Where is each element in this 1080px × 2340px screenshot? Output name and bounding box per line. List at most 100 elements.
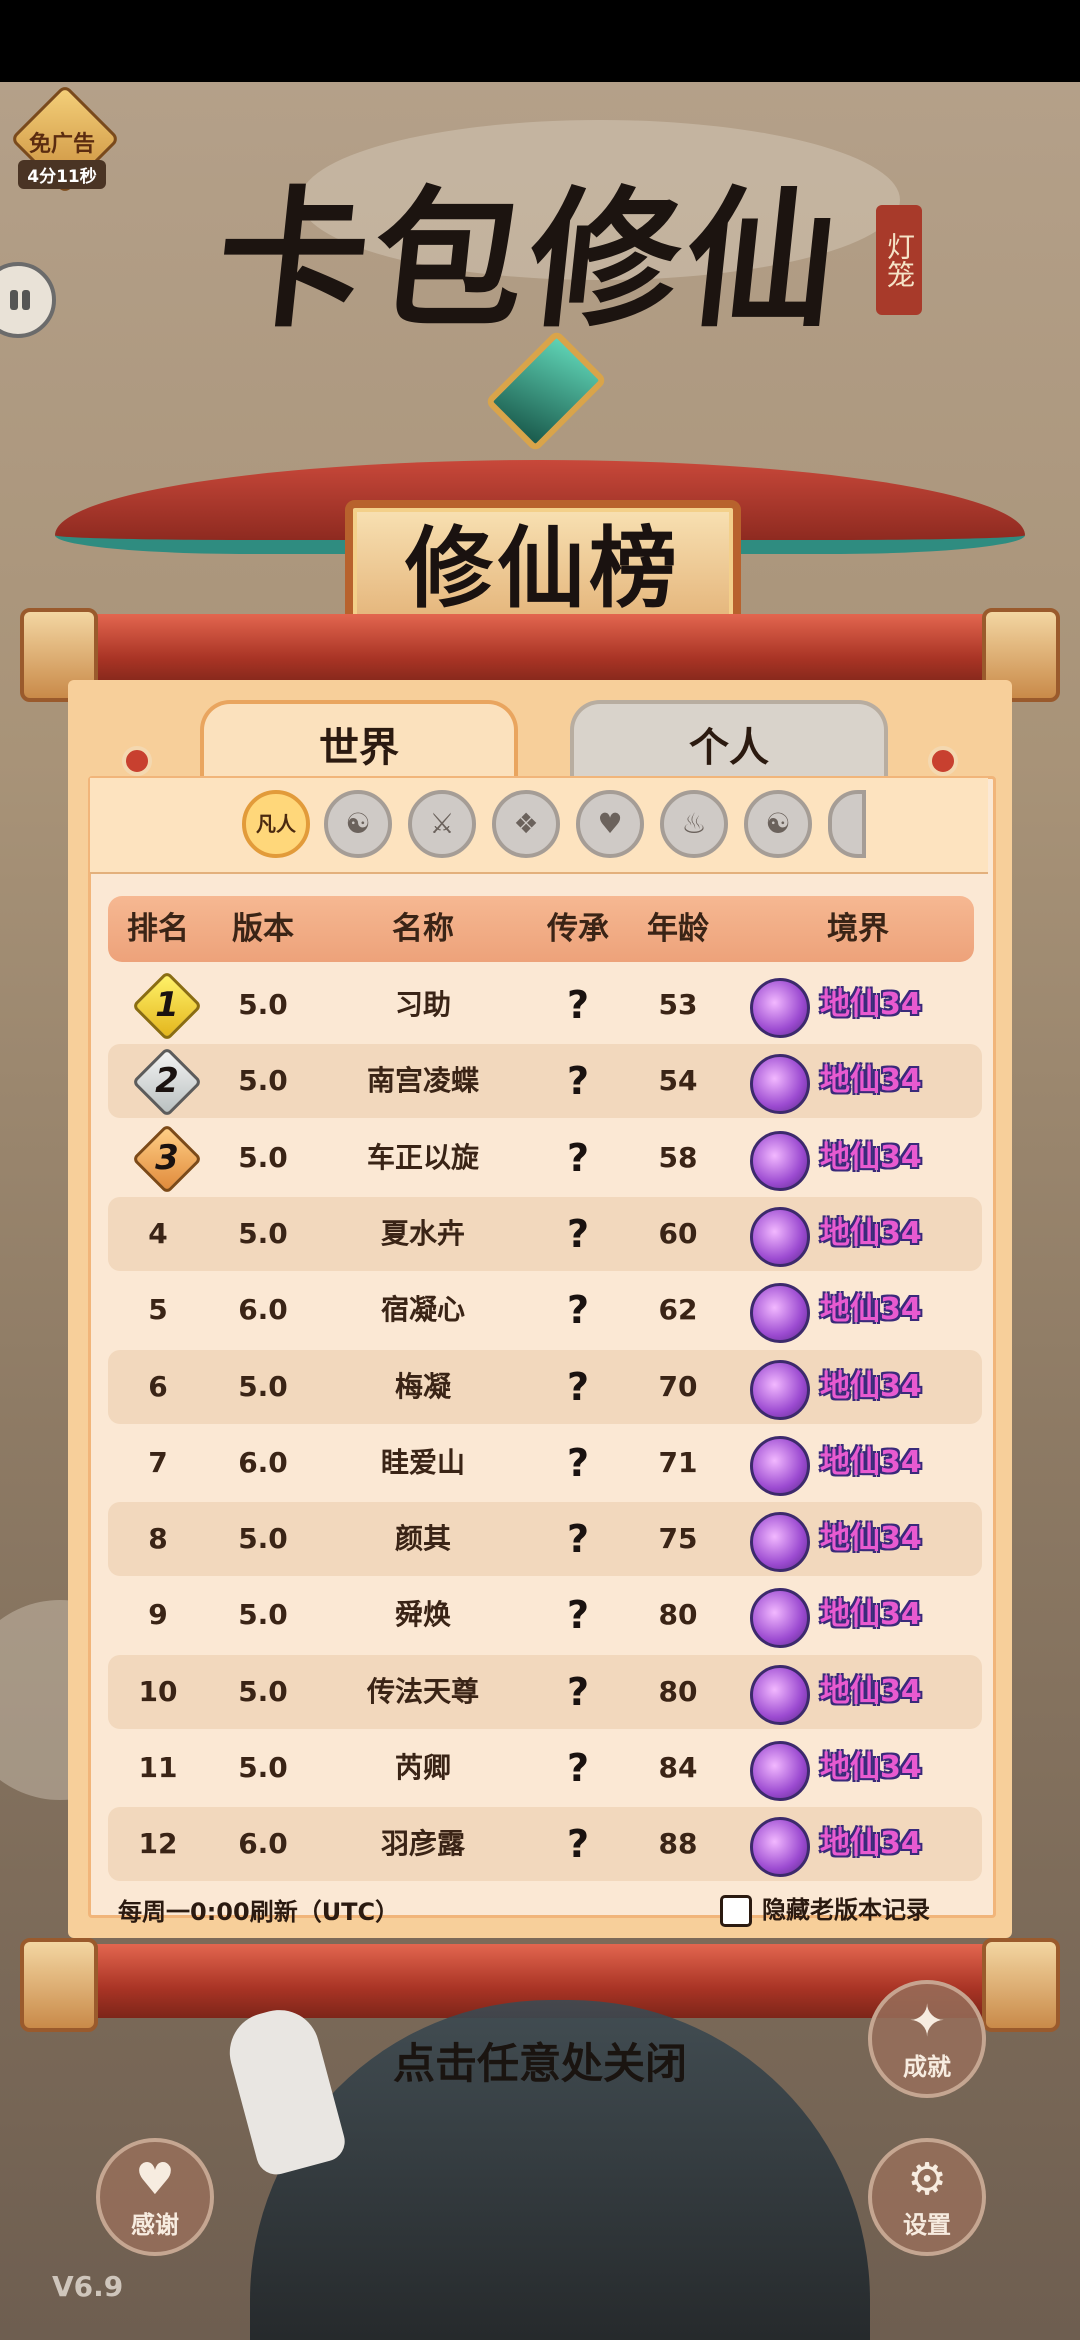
header-name: 名称 — [392, 911, 454, 947]
realm-cell: 地仙34 — [820, 1597, 922, 1632]
realm-badge-icon — [750, 1665, 810, 1725]
age-cell: 53 — [658, 988, 698, 1021]
age-cell: 60 — [658, 1217, 698, 1250]
yin-yang-icon[interactable]: ☯ — [744, 790, 812, 858]
table-row[interactable]: 6 5.0 梅凝 ? 70 地仙34 — [108, 1350, 982, 1424]
pin-icon — [928, 746, 958, 776]
thanks-button[interactable]: ♥ 感谢 — [96, 2138, 214, 2256]
rank-cell: 5 — [148, 1293, 168, 1326]
realm-badge-icon — [750, 1741, 810, 1801]
rank-cell: 3 — [155, 1138, 179, 1178]
version-cell: 5.0 — [238, 1598, 288, 1631]
settings-button[interactable]: ⚙ 设置 — [868, 2138, 986, 2256]
age-cell: 84 — [658, 1751, 698, 1784]
remove-ads-button[interactable]: 免广告 4分11秒 — [9, 83, 121, 195]
settings-label: 设置 — [903, 2211, 951, 2239]
realm-cell: 地仙34 — [820, 1369, 922, 1404]
version-cell: 6.0 — [238, 1827, 288, 1860]
version-cell: 5.0 — [238, 1370, 288, 1403]
rank-cell: 1 — [155, 985, 179, 1025]
table-row[interactable]: 3 5.0 车正以旋 ? 58 地仙34 — [108, 1121, 982, 1195]
version-cell: 5.0 — [238, 988, 288, 1021]
version-cell: 5.0 — [238, 1522, 288, 1555]
table-row[interactable]: 8 5.0 颜其 ? 75 地仙34 — [108, 1502, 982, 1576]
board-title: 修仙榜 — [404, 516, 681, 620]
version-cell: 6.0 — [238, 1446, 288, 1479]
achievement-icon: ✦ — [908, 1996, 946, 2047]
realm-cell: 地仙34 — [820, 1826, 922, 1861]
checkbox-icon[interactable] — [720, 1895, 752, 1927]
header-rank: 排名 — [127, 911, 189, 947]
player-name-cell: 羽彦露 — [380, 1827, 465, 1860]
table-row[interactable]: 11 5.0 芮卿 ? 84 地仙34 — [108, 1731, 982, 1805]
realm-filter-mortal[interactable]: 凡人 — [242, 790, 310, 858]
table-header: 排名 版本 名称 传承 年龄 境界 — [108, 896, 974, 962]
realm-badge-icon — [750, 1588, 810, 1648]
pin-icon — [122, 746, 152, 776]
scroll-top-rod — [20, 608, 1060, 702]
realm-badge-icon — [750, 978, 810, 1038]
rank-cell: 7 — [148, 1446, 168, 1479]
yin-yang-icon[interactable]: ☯ — [324, 790, 392, 858]
version-cell: 6.0 — [238, 1293, 288, 1326]
realm-badge-icon — [750, 1817, 810, 1877]
achievements-button[interactable]: ✦ 成就 — [868, 1980, 986, 2098]
realm-badge-icon — [750, 1360, 810, 1420]
version-cell: 5.0 — [238, 1064, 288, 1097]
rank-cell: 10 — [138, 1675, 178, 1708]
player-name-cell: 宿凝心 — [380, 1293, 465, 1326]
table-row[interactable]: 1 5.0 习助 ? 53 地仙34 — [108, 968, 982, 1042]
gear-icon: ⚙ — [907, 2154, 947, 2205]
age-cell: 58 — [658, 1141, 698, 1174]
realm-cell: 地仙34 — [820, 1216, 922, 1251]
table-row[interactable]: 12 6.0 羽彦露 ? 88 地仙34 — [108, 1807, 982, 1881]
ad-timer: 4分11秒 — [18, 160, 106, 189]
person-heart-icon: ♥ — [135, 2154, 175, 2205]
realm-cell: 地仙34 — [820, 1445, 922, 1480]
realm-cell: 地仙34 — [820, 987, 922, 1022]
version-cell: 5.0 — [238, 1217, 288, 1250]
achievements-label: 成就 — [903, 2053, 951, 2081]
player-name-cell: 芮卿 — [394, 1751, 451, 1784]
age-cell: 80 — [658, 1675, 698, 1708]
table-row[interactable]: 9 5.0 舜焕 ? 80 地仙34 — [108, 1578, 982, 1652]
realm-cell: 地仙34 — [820, 1521, 922, 1556]
heart-icon[interactable]: ♥ — [576, 790, 644, 858]
hide-old-version-toggle[interactable]: 隐藏老版本记录 — [720, 1890, 930, 1927]
player-name-cell: 颜其 — [394, 1522, 451, 1555]
table-row[interactable]: 2 5.0 南宫凌蝶 ? 54 地仙34 — [108, 1044, 982, 1118]
realm-filter-row: 凡人 ☯ ⚔ ❖ ♥ ♨ ☯ — [90, 778, 988, 874]
age-cell: 70 — [658, 1370, 698, 1403]
table-row[interactable]: 10 5.0 传法天尊 ? 80 地仙34 — [108, 1655, 982, 1729]
realm-badge-icon — [750, 1436, 810, 1496]
rank-cell: 8 — [148, 1522, 168, 1555]
table-row[interactable]: 4 5.0 夏水卉 ? 60 地仙34 — [108, 1197, 982, 1271]
header-realm: 境界 — [827, 911, 889, 947]
age-cell: 80 — [658, 1598, 698, 1631]
book-icon[interactable]: ❖ — [492, 790, 560, 858]
player-name-cell: 梅凝 — [394, 1370, 451, 1403]
status-bar — [0, 0, 1080, 82]
rank-cell: 6 — [148, 1370, 168, 1403]
header-version: 版本 — [232, 911, 294, 947]
realm-badge-icon — [750, 1207, 810, 1267]
table-row[interactable]: 7 6.0 眭爱山 ? 71 地仙34 — [108, 1426, 982, 1500]
realm-cell: 地仙34 — [820, 1674, 922, 1709]
player-name-cell: 车正以旋 — [366, 1141, 479, 1174]
version-cell: 5.0 — [238, 1141, 288, 1174]
player-name-cell: 传法天尊 — [366, 1675, 479, 1708]
realm-cell: 地仙34 — [820, 1140, 922, 1175]
rank-cell: 12 — [138, 1827, 178, 1860]
sword-icon[interactable]: ⚔ — [408, 790, 476, 858]
refresh-note: 每周一0:00刷新（UTC） — [118, 1898, 400, 1926]
seal-stamp: 灯笼 — [876, 205, 922, 315]
table-row[interactable]: 5 6.0 宿凝心 ? 62 地仙34 — [108, 1273, 982, 1347]
player-name-cell: 舜焕 — [394, 1598, 451, 1631]
fire-icon[interactable]: ♨ — [660, 790, 728, 858]
version-cell: 5.0 — [238, 1751, 288, 1784]
player-name-cell: 夏水卉 — [380, 1217, 465, 1250]
age-cell: 62 — [658, 1293, 698, 1326]
partial-realm-icon[interactable] — [828, 790, 866, 858]
realm-cell: 地仙34 — [820, 1063, 922, 1098]
player-name-cell: 眭爱山 — [380, 1446, 465, 1479]
